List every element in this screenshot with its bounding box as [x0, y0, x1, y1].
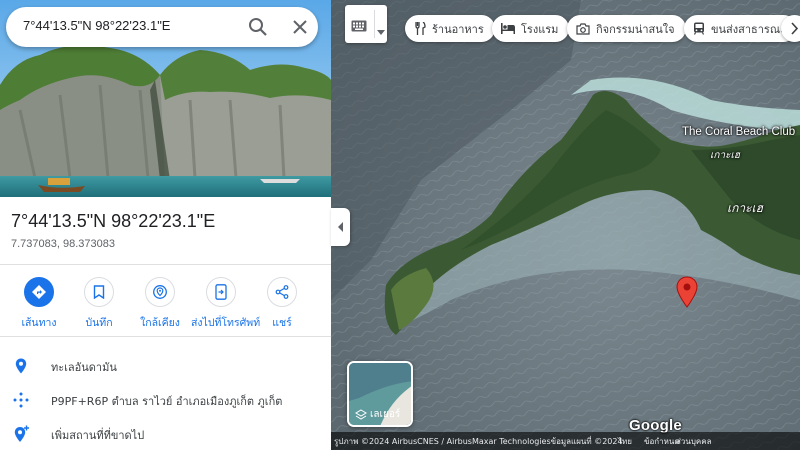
island-label-small: เกาะเฮ [710, 150, 740, 161]
satellite-map[interactable]: The Coral Beach Club เกาะเฮ เกาะเฮ เลเยอ… [331, 0, 800, 450]
info-row-location[interactable]: ทะเลอันดามัน [0, 349, 331, 383]
directions-icon [24, 277, 54, 307]
share-button[interactable]: แชร์ [252, 277, 312, 331]
directions-button[interactable]: เส้นทาง [9, 277, 69, 331]
layers-button[interactable]: เลเยอร์ [347, 361, 413, 427]
search-input[interactable]: 7°44'13.5"N 98°22'23.1"E [23, 18, 170, 33]
restaurant-icon [415, 22, 426, 35]
attribution-text: รูปภาพ ©2024 AirbusCNES / AirbusMaxar Te… [334, 437, 623, 446]
divider [0, 264, 331, 265]
action-label: ใกล้เคียง [140, 317, 180, 329]
chip-things-to-do[interactable]: กิจกรรมน่าสนใจ [567, 15, 686, 42]
place-decimal-coords: 7.737083, 98.373083 [11, 238, 115, 250]
place-panel: 7°44'13.5"N 98°22'23.1"E 7°44'13.5"N 98°… [0, 0, 331, 450]
save-button[interactable]: บันทึก [69, 277, 129, 331]
info-text: P9PF+R6P ตำบล ราไวย์ อำเภอเมืองภูเก็ต ภู… [51, 395, 283, 408]
chip-restaurants[interactable]: ร้านอาหาร [405, 15, 495, 42]
location-pin-marker[interactable] [675, 276, 699, 312]
info-text: ทะเลอันดามัน [51, 361, 117, 374]
nearby-icon [145, 277, 175, 307]
privacy-link[interactable]: ส่วนบุคคล [676, 435, 712, 448]
layers-label: เลเยอร์ [370, 409, 401, 420]
share-icon [267, 277, 297, 307]
layers-icon [355, 408, 367, 420]
hotel-icon [501, 23, 515, 34]
island-label: เกาะเฮ [727, 201, 763, 215]
chevron-down-icon[interactable] [377, 21, 385, 40]
nearby-button[interactable]: ใกล้เคียง [130, 277, 190, 331]
send-to-phone-icon [206, 277, 236, 307]
chip-label: โรงแรม [521, 22, 559, 36]
input-tools-button[interactable] [345, 5, 387, 43]
location-pin-icon [12, 357, 30, 375]
place-title: 7°44'13.5"N 98°22'23.1"E [11, 211, 216, 231]
maps-app: The Coral Beach Club เกาะเฮ เกาะเฮ เลเยอ… [0, 0, 800, 450]
collapse-panel-button[interactable] [331, 208, 350, 246]
terms-link[interactable]: ข้อกำหนด [644, 435, 680, 448]
divider [0, 336, 331, 337]
info-row-add-place[interactable]: เพิ่มสถานที่ที่ขาดไป [0, 417, 331, 450]
keyboard-icon [351, 17, 367, 36]
map-attribution-bar: รูปภาพ ©2024 AirbusCNES / AirbusMaxar Te… [331, 432, 800, 450]
language-link[interactable]: ไทย [618, 435, 632, 448]
info-text: เพิ่มสถานที่ที่ขาดไป [51, 429, 145, 442]
chevron-left-icon [337, 222, 343, 232]
chip-label: ขนส่งสาธารณะ [711, 22, 786, 36]
transit-icon [693, 22, 705, 35]
info-row-plus-code[interactable]: P9PF+R6P ตำบล ราไวย์ อำเภอเมืองภูเก็ต ภู… [0, 383, 331, 417]
bookmark-icon [84, 277, 114, 307]
plus-code-icon [12, 391, 30, 409]
action-label: แชร์ [272, 317, 292, 329]
action-label: บันทึก [85, 317, 113, 329]
chip-hotels[interactable]: โรงแรม [492, 15, 570, 42]
close-icon[interactable] [288, 15, 312, 39]
poi-label[interactable]: The Coral Beach Club [682, 126, 795, 138]
add-place-icon [12, 425, 30, 443]
chip-transit[interactable]: ขนส่งสาธารณะ [684, 15, 797, 42]
chevron-right-icon [791, 22, 799, 35]
camera-icon [576, 22, 590, 35]
input-tools-divider [374, 10, 375, 38]
layers-label-wrap: เลเยอร์ [355, 407, 400, 422]
chip-label: กิจกรรมน่าสนใจ [596, 22, 675, 36]
action-label: เส้นทาง [21, 317, 57, 329]
chips-next-button[interactable] [781, 15, 800, 42]
search-icon[interactable] [246, 15, 270, 39]
search-box[interactable]: 7°44'13.5"N 98°22'23.1"E [6, 7, 318, 47]
chip-label: ร้านอาหาร [432, 22, 484, 36]
action-label: ส่งไปที่โทรศัพท์ [191, 317, 261, 329]
send-to-phone-button[interactable]: ส่งไปที่โทรศัพท์ [191, 277, 261, 331]
